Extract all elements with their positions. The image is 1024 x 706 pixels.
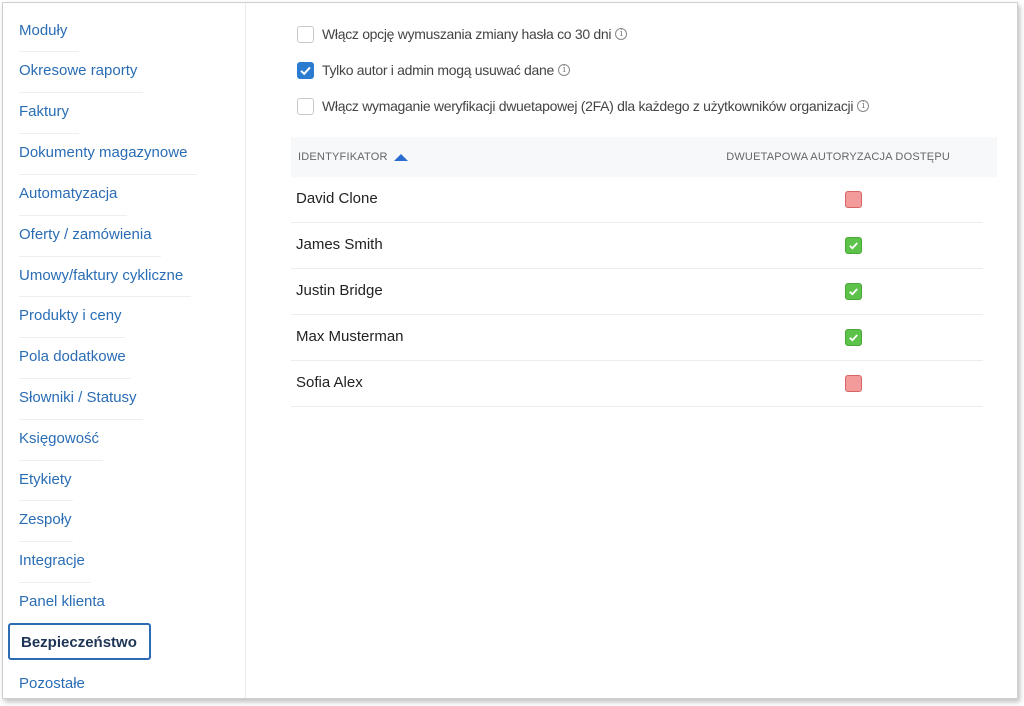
- sidebar-item-okresowe-raporty[interactable]: Okresowe raporty: [19, 51, 137, 91]
- two-factor-enabled-status: [845, 283, 862, 300]
- sidebar-item-integracje[interactable]: Integracje: [19, 541, 85, 581]
- column-header-identifier[interactable]: IDENTYFIKATOR: [298, 151, 408, 163]
- sidebar-item-umowy-faktury-cykliczne[interactable]: Umowy/faktury cykliczne: [19, 256, 183, 296]
- table-row: James Smith: [291, 223, 983, 269]
- option-label: Włącz wymaganie weryfikacji dwuetapowej …: [322, 98, 854, 114]
- sort-ascending-icon: [393, 153, 408, 161]
- sidebar-item-etykiety[interactable]: Etykiety: [19, 460, 72, 500]
- settings-window: Moduły Okresowe raporty Faktury Dokument…: [2, 2, 1018, 699]
- sidebar-item-dokumenty-magazynowe[interactable]: Dokumenty magazynowe: [19, 133, 187, 173]
- info-icon[interactable]: i: [615, 28, 628, 40]
- user-name: David Clone: [296, 190, 378, 207]
- sidebar-item-faktury[interactable]: Faktury: [19, 92, 69, 132]
- option-require-2fa: Włącz wymaganie weryfikacji dwuetapowej …: [297, 96, 870, 116]
- option-author-admin-delete: Tylko autor i admin mogą usuwać dane i: [297, 60, 570, 80]
- two-factor-enabled-status: [845, 329, 862, 346]
- table-row: Sofia Alex: [291, 361, 983, 407]
- sidebar-item-oferty-zamowienia[interactable]: Oferty / zamówienia: [19, 215, 152, 255]
- user-name: Justin Bridge: [296, 282, 383, 299]
- sidebar-item-pola-dodatkowe[interactable]: Pola dodatkowe: [19, 337, 126, 377]
- option-label: Tylko autor i admin mogą usuwać dane: [322, 62, 554, 78]
- check-icon: [300, 66, 311, 75]
- author-admin-delete-checkbox[interactable]: [297, 61, 314, 79]
- info-icon[interactable]: i: [857, 100, 870, 112]
- sidebar-item-produkty-i-ceny[interactable]: Produkty i ceny: [19, 296, 122, 336]
- two-factor-disabled-status: [845, 191, 862, 208]
- require-2fa-checkbox[interactable]: [297, 97, 314, 115]
- sidebar-item-slowniki-statusy[interactable]: Słowniki / Statusy: [19, 378, 137, 418]
- user-name: Sofia Alex: [296, 374, 363, 391]
- column-header-label: IDENTYFIKATOR: [298, 151, 388, 163]
- info-icon[interactable]: i: [558, 64, 570, 76]
- sidebar-item-pozostale[interactable]: Pozostałe: [19, 664, 85, 698]
- check-icon: [849, 242, 858, 250]
- table-row: David Clone: [291, 177, 983, 223]
- sidebar-item-moduly[interactable]: Moduły: [19, 11, 67, 51]
- table-row: Justin Bridge: [291, 269, 983, 315]
- user-name: James Smith: [296, 236, 383, 253]
- sidebar-item-bezpieczenstwo[interactable]: Bezpieczeństwo: [8, 623, 151, 660]
- check-icon: [849, 334, 858, 342]
- column-header-two-factor: DWUETAPOWA AUTORYZACJA DOSTĘPU: [726, 151, 950, 163]
- sidebar-item-ksiegowosc[interactable]: Księgowość: [19, 419, 99, 459]
- option-label: Włącz opcję wymuszania zmiany hasła co 3…: [322, 26, 612, 42]
- sidebar-item-zespoly[interactable]: Zespoły: [19, 500, 72, 540]
- sidebar-item-automatyzacja[interactable]: Automatyzacja: [19, 174, 117, 214]
- check-icon: [849, 288, 858, 296]
- sidebar-item-panel-klienta[interactable]: Panel klienta: [19, 582, 105, 622]
- password-rotation-checkbox[interactable]: [297, 25, 314, 43]
- users-table-header: IDENTYFIKATOR DWUETAPOWA AUTORYZACJA DOS…: [291, 137, 997, 177]
- option-password-rotation: Włącz opcję wymuszania zmiany hasła co 3…: [297, 24, 628, 44]
- user-name: Max Musterman: [296, 328, 404, 345]
- table-row: Max Musterman: [291, 315, 983, 361]
- settings-sidebar: Moduły Okresowe raporty Faktury Dokument…: [3, 3, 246, 698]
- two-factor-disabled-status: [845, 375, 862, 392]
- two-factor-enabled-status: [845, 237, 862, 254]
